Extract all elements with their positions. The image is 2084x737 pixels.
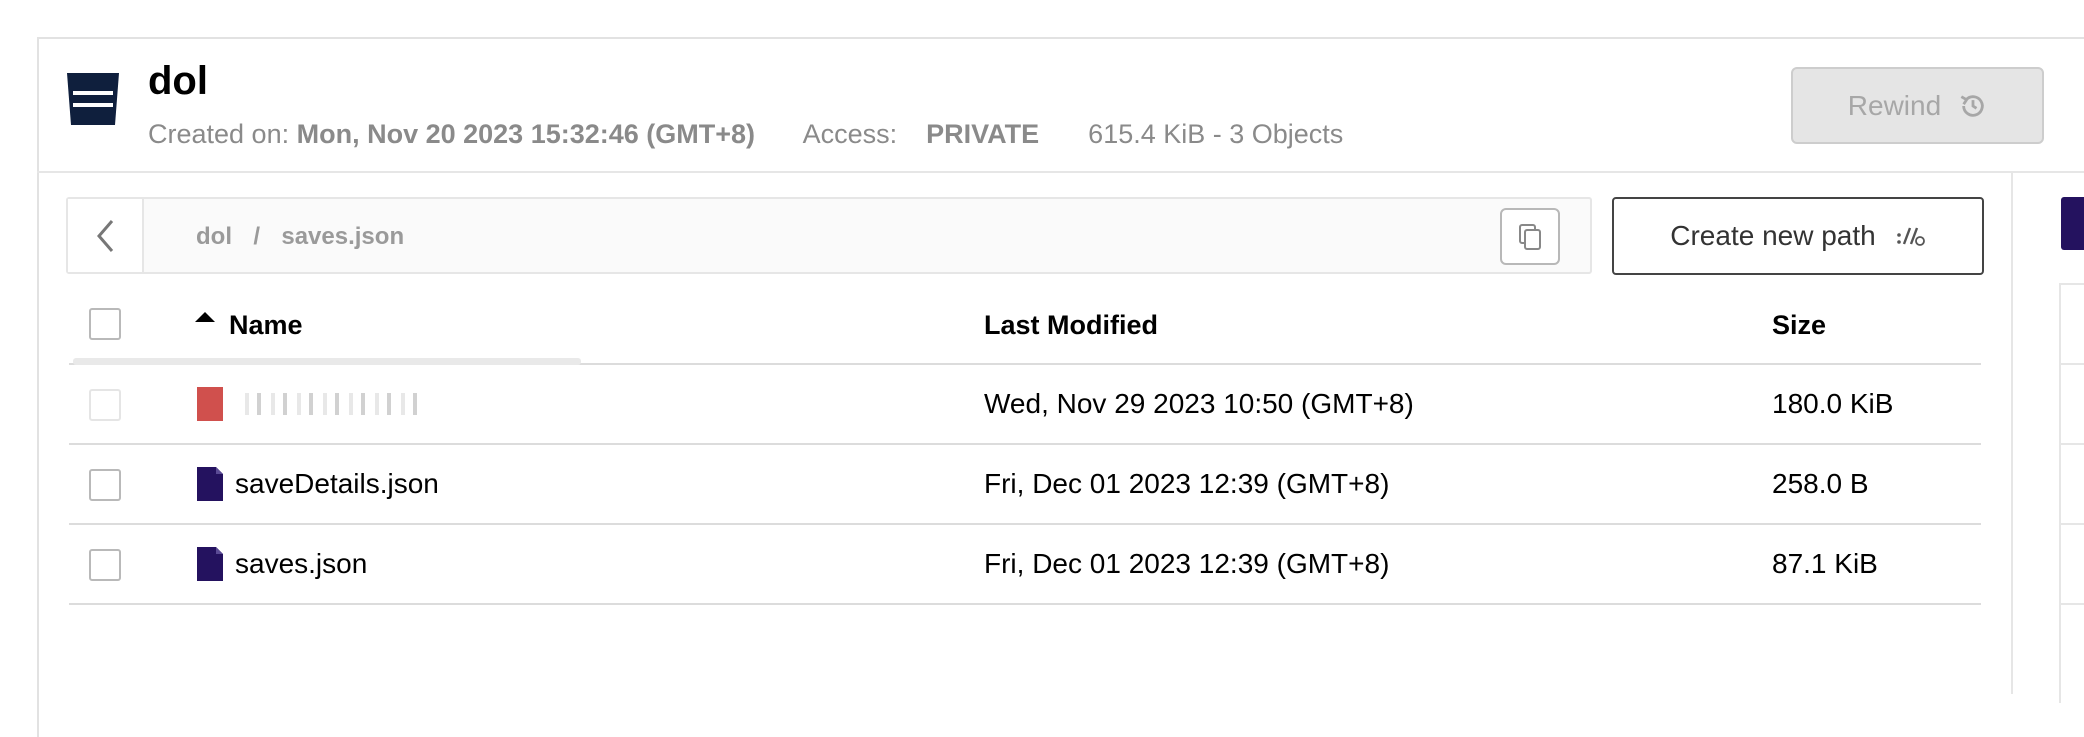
redacted-file-name [235, 393, 425, 415]
file-icon [197, 467, 223, 501]
column-name[interactable]: Name [229, 310, 303, 341]
file-size: 180.0 KiB [1772, 388, 1894, 419]
rewind-button[interactable]: Rewind [1791, 67, 2044, 144]
copy-icon [1519, 223, 1541, 250]
access-value: PRIVATE [926, 119, 1040, 149]
breadcrumb-current: saves.json [281, 223, 405, 250]
row-checkbox[interactable] [89, 469, 121, 501]
created-value: Mon, Nov 20 2023 15:32:46 (GMT+8) [296, 119, 756, 149]
access-label: Access: [802, 119, 898, 149]
side-panel [2059, 283, 2084, 703]
panel-divider [2011, 173, 2013, 694]
breadcrumb-root[interactable]: dol [196, 223, 232, 250]
file-modified: Fri, Dec 01 2023 12:39 (GMT+8) [984, 468, 1390, 499]
row-checkbox[interactable] [89, 389, 121, 421]
bucket-usage: 615.4 KiB - 3 Objects [1088, 119, 1344, 149]
bucket-header: dol Created on: Mon, Nov 20 2023 15:32:4… [37, 39, 2084, 173]
copy-path-button[interactable] [1500, 208, 1560, 265]
table-header: Name Last Modified Size [69, 290, 1981, 365]
row-checkbox[interactable] [89, 549, 121, 581]
sort-asc-icon[interactable] [195, 312, 215, 322]
create-new-path-button[interactable]: Create new path [1612, 197, 1984, 275]
rewind-label: Rewind [1847, 89, 1942, 121]
select-all-checkbox[interactable] [89, 308, 121, 340]
create-path-label: Create new path [1670, 220, 1876, 251]
column-size[interactable]: Size [1772, 310, 1826, 341]
created-label: Created on: [148, 119, 290, 149]
file-modified: Fri, Dec 01 2023 12:39 (GMT+8) [984, 548, 1390, 579]
bucket-icon [67, 73, 119, 125]
column-last-modified[interactable]: Last Modified [984, 310, 1158, 341]
table-row[interactable]: saveDetails.json Fri, Dec 01 2023 12:39 … [69, 445, 1981, 525]
breadcrumb-separator: / [253, 223, 261, 250]
table-row[interactable]: Wed, Nov 29 2023 10:50 (GMT+8) 180.0 KiB [69, 365, 1981, 445]
file-icon [197, 387, 223, 421]
chevron-left-icon [97, 219, 114, 252]
new-path-icon [1896, 227, 1925, 246]
file-size: 87.1 KiB [1772, 548, 1878, 579]
objects-table: Name Last Modified Size Wed, Nov 29 2023… [69, 290, 1981, 605]
bucket-name: dol [148, 59, 208, 103]
path-bar: dol / saves.json [66, 197, 1592, 274]
side-panel-button[interactable] [2061, 197, 2084, 250]
file-name[interactable]: saves.json [235, 548, 367, 580]
bucket-meta: Created on: Mon, Nov 20 2023 15:32:46 (G… [148, 119, 1343, 150]
file-name[interactable]: saveDetails.json [235, 468, 439, 500]
back-button[interactable] [68, 199, 144, 272]
loading-bar [73, 358, 581, 365]
file-modified: Wed, Nov 29 2023 10:50 (GMT+8) [984, 388, 1414, 419]
history-icon [1960, 94, 1984, 117]
file-size: 258.0 B [1772, 468, 1869, 499]
file-icon [197, 547, 223, 581]
table-row[interactable]: saves.json Fri, Dec 01 2023 12:39 (GMT+8… [69, 525, 1981, 605]
breadcrumb: dol / saves.json [196, 223, 404, 251]
